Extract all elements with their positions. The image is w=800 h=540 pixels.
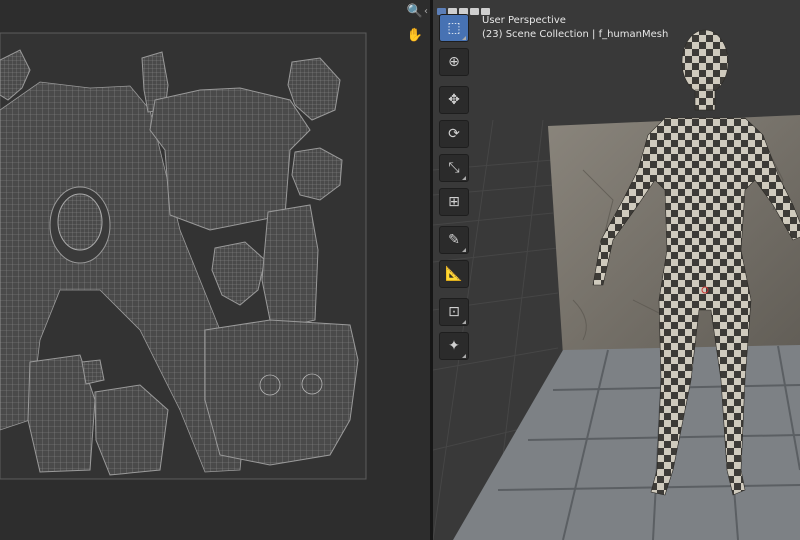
viewport-toolbar: ⬚ ⊕ ✥ ⟳ ⤡ ⊞ ✎ 📐 ⊡ ✦ bbox=[439, 14, 469, 366]
transform-tool[interactable]: ⊞ bbox=[439, 188, 469, 216]
viewport-header-buttons[interactable] bbox=[437, 0, 497, 15]
select-box-tool[interactable]: ⬚ bbox=[439, 14, 469, 42]
uv-editor-panel[interactable]: 🔍 ✋ ‹ bbox=[0, 0, 430, 540]
zoom-icon[interactable]: 🔍 bbox=[404, 0, 426, 22]
viewport-overlay-subtitle: (23) Scene Collection | f_humanMesh bbox=[482, 29, 669, 40]
scale-tool[interactable]: ⤡ bbox=[439, 154, 469, 182]
move-icon: ✥ bbox=[448, 92, 460, 108]
rotate-icon: ⟳ bbox=[448, 126, 460, 142]
hand-pan-icon[interactable]: ✋ bbox=[404, 24, 426, 46]
cursor-tool[interactable]: ⊕ bbox=[439, 48, 469, 76]
annotate-icon: ✎ bbox=[448, 232, 460, 248]
uv-island-torso bbox=[204, 319, 359, 466]
uv-island-leg-tube bbox=[261, 204, 319, 331]
select-box-icon: ⬚ bbox=[447, 20, 461, 36]
scale-icon: ⤡ bbox=[448, 160, 460, 176]
edit-tool[interactable]: ✦ bbox=[439, 332, 469, 360]
viewport-scene[interactable] bbox=[433, 0, 800, 540]
viewport-overlay-title: User Perspective bbox=[482, 15, 566, 26]
uv-nav-gizmo: 🔍 ✋ bbox=[404, 0, 426, 46]
measure-icon: 📐 bbox=[445, 266, 463, 282]
uv-island-small bbox=[81, 359, 105, 385]
add-cube-icon: ⊡ bbox=[448, 304, 460, 320]
uv-island-head bbox=[57, 193, 103, 251]
collapse-arrow-icon[interactable]: ‹ bbox=[424, 6, 428, 17]
edit-icon: ✦ bbox=[448, 338, 460, 354]
3d-viewport[interactable]: User Perspective (23) Scene Collection |… bbox=[433, 0, 800, 540]
rotate-tool[interactable]: ⟳ bbox=[439, 120, 469, 148]
move-tool[interactable]: ✥ bbox=[439, 86, 469, 114]
uv-layout-canvas[interactable] bbox=[0, 0, 430, 540]
transform-icon: ⊞ bbox=[448, 194, 460, 210]
measure-tool[interactable]: 📐 bbox=[439, 260, 469, 288]
cursor-icon: ⊕ bbox=[448, 54, 460, 70]
add-cube-tool[interactable]: ⊡ bbox=[439, 298, 469, 326]
annotate-tool[interactable]: ✎ bbox=[439, 226, 469, 254]
